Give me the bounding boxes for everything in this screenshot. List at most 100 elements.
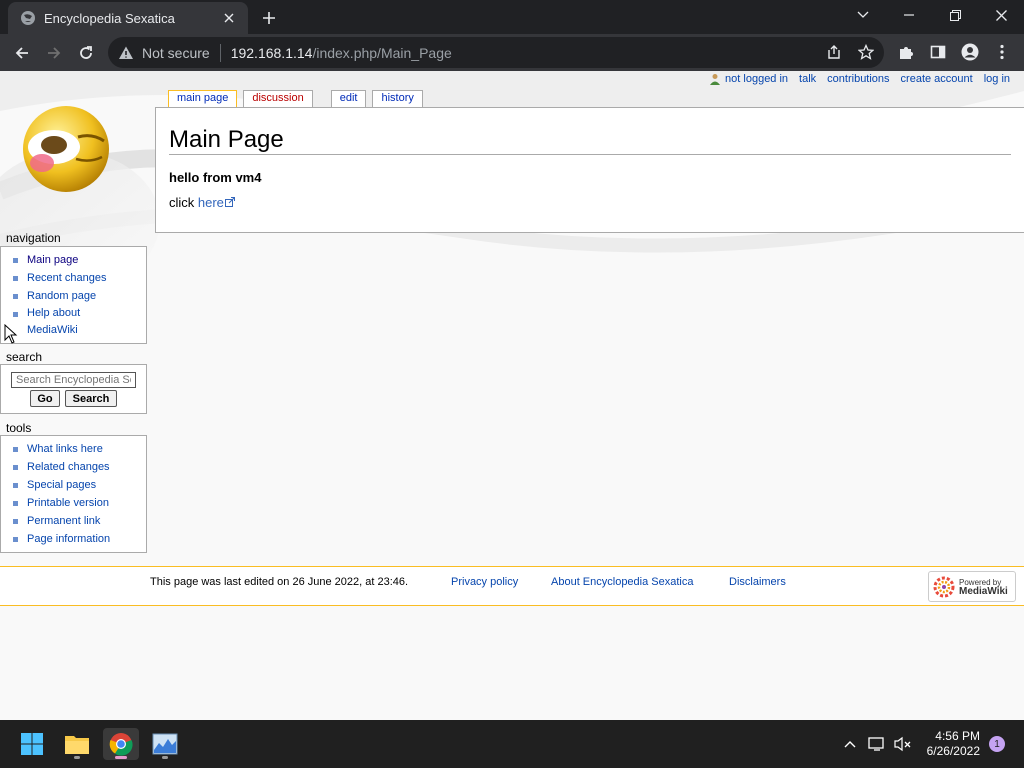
sidebar-item-recent-changes[interactable]: Recent changes: [11, 269, 146, 287]
sidebar-item-label[interactable]: Main page: [27, 251, 78, 269]
browser-tab[interactable]: Encyclopedia Sexatica: [8, 2, 248, 34]
kebab-menu-icon: [1000, 44, 1004, 60]
contributions-link[interactable]: contributions: [827, 73, 889, 85]
tools-item-what-links-here[interactable]: What links here: [11, 440, 146, 458]
site-logo[interactable]: [20, 101, 116, 197]
navigation-heading: navigation: [6, 231, 61, 245]
not-logged-in: not logged in: [709, 73, 788, 85]
tab-search-button[interactable]: [840, 0, 886, 30]
notification-badge[interactable]: 1: [989, 736, 1005, 752]
tab-history[interactable]: history: [372, 90, 423, 108]
tools-item-label[interactable]: Permanent link: [27, 512, 100, 530]
browser-menu-button[interactable]: [990, 40, 1014, 64]
bullet-icon: [13, 294, 18, 299]
side-panel-button[interactable]: [926, 40, 950, 64]
personal-tools: not logged in talk contributions create …: [709, 73, 1010, 85]
reload-button[interactable]: [72, 39, 100, 67]
arrow-left-icon: [15, 47, 28, 59]
powered-by-mediawiki-badge[interactable]: Powered by MediaWiki: [928, 571, 1016, 602]
mediawiki-flower-icon: [933, 576, 955, 597]
talk-link[interactable]: talk: [799, 73, 816, 85]
tab-edit[interactable]: edit: [330, 90, 367, 108]
tools-item-label[interactable]: What links here: [27, 440, 103, 458]
about-link[interactable]: About Encyclopedia Sexatica: [551, 576, 693, 588]
volume-tray-button[interactable]: [893, 734, 913, 754]
tools-item-page-information[interactable]: Page information: [11, 530, 146, 548]
bullet-icon: [13, 447, 18, 452]
tools-item-related-changes[interactable]: Related changes: [11, 458, 146, 476]
sidebar-item-label[interactable]: Random page: [27, 287, 96, 305]
log-in-link[interactable]: log in: [984, 73, 1010, 85]
tools-item-permanent-link[interactable]: Permanent link: [11, 512, 146, 530]
share-button[interactable]: [822, 40, 846, 64]
share-icon: [828, 45, 840, 59]
bullet-icon: [13, 258, 18, 263]
forward-button[interactable]: [40, 39, 68, 67]
chrome-taskbar-button[interactable]: [103, 728, 139, 760]
file-explorer-button[interactable]: [59, 728, 95, 760]
restore-button[interactable]: [932, 0, 978, 30]
sidebar-item-label[interactable]: Help about MediaWiki: [27, 305, 91, 339]
last-edited-text: This page was last edited on 26 June 202…: [150, 576, 409, 588]
restore-icon: [949, 9, 961, 21]
bullet-icon: [13, 537, 18, 542]
url-host: 192.168.1.14: [230, 44, 313, 61]
external-link[interactable]: here: [198, 195, 235, 210]
external-link-icon: [224, 197, 235, 207]
search-input[interactable]: [11, 372, 136, 388]
go-button[interactable]: Go: [30, 390, 60, 407]
article-text: hello from vm4: [169, 170, 262, 185]
back-button[interactable]: [8, 39, 36, 67]
external-link-text[interactable]: here: [198, 195, 224, 210]
tools-item-label[interactable]: Special pages: [27, 476, 96, 494]
minimize-button[interactable]: [886, 0, 932, 30]
tools-item-label[interactable]: Printable version: [27, 494, 109, 512]
network-tray-button[interactable]: [867, 734, 887, 754]
not-secure-label[interactable]: Not secure: [142, 45, 210, 61]
star-icon: [858, 44, 874, 60]
mouse-cursor: [4, 324, 18, 344]
taskbar-clock[interactable]: 4:56 PM 6/26/2022: [927, 729, 980, 759]
sidebar-item-label[interactable]: Recent changes: [27, 269, 107, 287]
search-button[interactable]: Search: [65, 390, 117, 407]
profile-button[interactable]: [958, 40, 982, 64]
mediawiki-label: MediaWiki: [959, 585, 1008, 597]
tools-item-label[interactable]: Related changes: [27, 458, 110, 476]
create-account-link[interactable]: create account: [901, 73, 973, 85]
extensions-button[interactable]: [894, 40, 918, 64]
show-hidden-icons-button[interactable]: [840, 734, 860, 754]
warning-icon[interactable]: [118, 45, 134, 61]
bookmark-button[interactable]: [854, 40, 878, 64]
network-icon: [868, 737, 884, 751]
active-indicator: [115, 756, 127, 759]
sidebar-item-main-page[interactable]: Main page: [11, 251, 146, 269]
sidebar-item-help[interactable]: Help about MediaWiki: [11, 305, 91, 339]
address-bar[interactable]: Not secure 192.168.1.14 /index.php/Main_…: [108, 37, 884, 68]
plus-icon: [263, 12, 275, 24]
volume-muted-icon: [894, 736, 911, 752]
close-icon[interactable]: [220, 9, 238, 27]
close-window-button[interactable]: [978, 0, 1024, 30]
tools-item-label[interactable]: Page information: [27, 530, 110, 548]
article-link-paragraph: click here: [169, 195, 235, 210]
sidebar-item-random-page[interactable]: Random page: [11, 287, 146, 305]
new-tab-button[interactable]: [258, 7, 280, 29]
bullet-icon: [13, 501, 18, 506]
tools-item-special-pages[interactable]: Special pages: [11, 476, 146, 494]
tab-discussion[interactable]: discussion: [243, 90, 313, 108]
performance-monitor-icon: [152, 733, 178, 755]
bullet-icon: [13, 276, 18, 281]
not-logged-in-label: not logged in: [725, 73, 789, 85]
article-content: Main Page hello from vm4 click here: [155, 107, 1024, 233]
clock-time: 4:56 PM: [935, 729, 980, 743]
start-button[interactable]: [14, 728, 50, 760]
tools-item-printable-version[interactable]: Printable version: [11, 494, 146, 512]
disclaimers-link[interactable]: Disclaimers: [729, 576, 786, 588]
bullet-icon: [13, 465, 18, 470]
privacy-policy-link[interactable]: Privacy policy: [451, 576, 518, 588]
tab-title: Encyclopedia Sexatica: [44, 10, 175, 26]
bullet-icon: [13, 483, 18, 488]
running-indicator: [162, 756, 168, 759]
page-viewport: not logged in talk contributions create …: [0, 71, 1024, 720]
task-manager-button[interactable]: [147, 728, 183, 760]
